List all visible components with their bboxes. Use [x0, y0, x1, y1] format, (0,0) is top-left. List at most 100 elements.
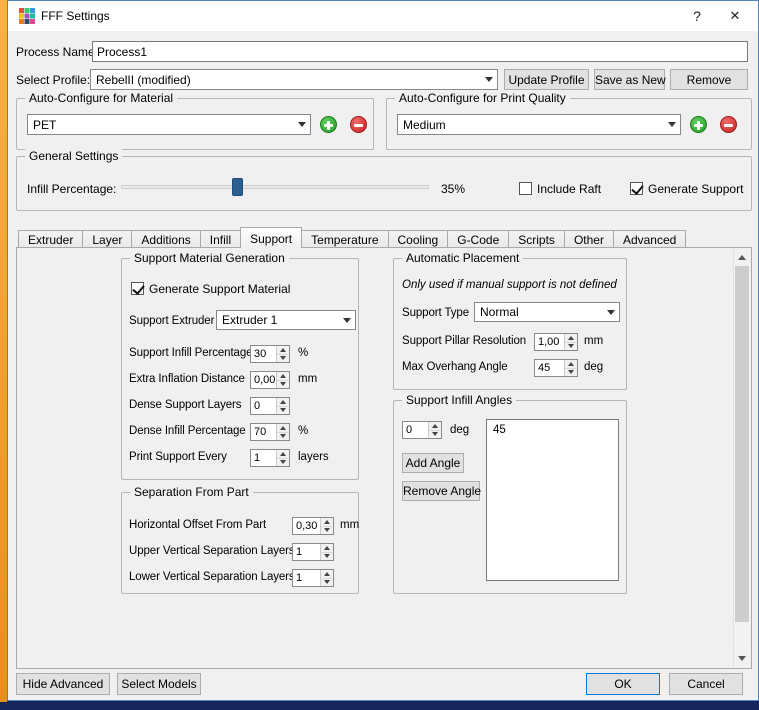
- tab-layer[interactable]: Layer: [82, 230, 132, 248]
- quality-select[interactable]: Medium: [397, 114, 681, 135]
- field-suffix: %: [298, 347, 308, 359]
- spinner-arrows-icon[interactable]: [428, 422, 441, 438]
- group-support-material-generation: Support Material Generation Generate Sup…: [121, 258, 359, 480]
- support-infill-percentage-spinbox[interactable]: 30: [250, 345, 290, 363]
- tab-gcode[interactable]: G-Code: [447, 230, 509, 248]
- scroll-down-icon[interactable]: [734, 650, 750, 667]
- infill-slider-handle[interactable]: [232, 178, 243, 196]
- tab-temperature[interactable]: Temperature: [301, 230, 388, 248]
- field-label: Dense Infill Percentage: [129, 425, 246, 437]
- max-overhang-angle-row: Max Overhang Angle 45 deg: [402, 359, 622, 377]
- support-type-select[interactable]: Normal: [474, 302, 620, 322]
- field-label: Horizontal Offset From Part: [129, 519, 266, 531]
- horizontal-offset-spinbox[interactable]: 0,30: [292, 517, 334, 535]
- tab-infill[interactable]: Infill: [200, 230, 241, 248]
- tab-cooling[interactable]: Cooling: [388, 230, 449, 248]
- remove-angle-button[interactable]: Remove Angle: [402, 481, 480, 501]
- settings-tab-widget: Extruder Layer Additions Infill Support …: [16, 227, 752, 669]
- print-support-every-row: Print Support Every 1 layers: [129, 449, 354, 467]
- field-suffix: layers: [298, 451, 329, 463]
- generate-support-material-checkbox[interactable]: Generate Support Material: [131, 281, 290, 296]
- tab-scripts[interactable]: Scripts: [508, 230, 565, 248]
- slider-track[interactable]: [121, 185, 429, 189]
- tab-advanced[interactable]: Advanced: [613, 230, 686, 248]
- angle-list[interactable]: 45: [486, 419, 619, 581]
- scrollbar-thumb[interactable]: [735, 266, 749, 622]
- dense-support-layers-spinbox[interactable]: 0: [250, 397, 290, 415]
- help-button[interactable]: ?: [682, 1, 712, 31]
- group-title: Separation From Part: [130, 485, 253, 499]
- ok-button[interactable]: OK: [586, 673, 660, 695]
- support-pillar-resolution-row: Support Pillar Resolution 1,00 mm: [402, 333, 622, 351]
- select-profile-label: Select Profile:: [16, 73, 90, 87]
- remove-material-button[interactable]: [350, 116, 367, 133]
- vertical-scrollbar[interactable]: [733, 249, 750, 667]
- support-pillar-resolution-spinbox[interactable]: 1,00: [534, 333, 578, 351]
- lower-vertical-separation-spinbox[interactable]: 1: [292, 569, 334, 587]
- include-raft-checkbox[interactable]: Include Raft: [519, 181, 601, 196]
- title-bar[interactable]: FFF Settings ? ✕: [8, 1, 758, 31]
- horizontal-offset-row: Horizontal Offset From Part 0,30 mm: [129, 517, 354, 535]
- infill-slider[interactable]: [121, 178, 429, 196]
- save-as-new-button[interactable]: Save as New: [594, 69, 665, 90]
- spinner-arrows-icon[interactable]: [276, 424, 289, 440]
- extra-inflation-distance-spinbox[interactable]: 0,00: [250, 371, 290, 389]
- spinner-arrows-icon[interactable]: [276, 450, 289, 466]
- group-general-settings: General Settings Infill Percentage: 35% …: [16, 156, 752, 211]
- lower-vertical-separation-row: Lower Vertical Separation Layers 1: [129, 569, 354, 587]
- dense-infill-percentage-row: Dense Infill Percentage 70 %: [129, 423, 354, 441]
- hide-advanced-button[interactable]: Hide Advanced: [16, 673, 110, 695]
- dense-support-layers-row: Dense Support Layers 0: [129, 397, 354, 415]
- spinner-arrows-icon[interactable]: [564, 334, 577, 350]
- window-title: FFF Settings: [41, 1, 110, 31]
- tab-other[interactable]: Other: [564, 230, 614, 248]
- material-select[interactable]: PET: [27, 114, 311, 135]
- spinner-arrows-icon[interactable]: [320, 570, 333, 586]
- add-angle-button[interactable]: Add Angle: [402, 453, 464, 473]
- checkbox-label: Include Raft: [537, 182, 601, 196]
- update-profile-button[interactable]: Update Profile: [504, 69, 589, 90]
- group-auto-configure-quality: Auto-Configure for Print Quality Medium: [386, 98, 752, 150]
- dense-infill-percentage-spinbox[interactable]: 70: [250, 423, 290, 441]
- tab-extruder[interactable]: Extruder: [18, 230, 83, 248]
- group-separation-from-part: Separation From Part Horizontal Offset F…: [121, 492, 359, 594]
- checkbox-box[interactable]: [519, 182, 532, 195]
- checkbox-box[interactable]: [630, 182, 643, 195]
- checkbox-box[interactable]: [131, 282, 144, 295]
- field-label: Upper Vertical Separation Layers: [129, 545, 295, 557]
- chevron-down-icon: [338, 311, 355, 329]
- infill-angle-spinbox[interactable]: 0: [402, 421, 442, 439]
- tab-support[interactable]: Support: [240, 227, 302, 248]
- add-quality-button[interactable]: [690, 116, 707, 133]
- spinner-arrows-icon[interactable]: [320, 518, 333, 534]
- spinner-arrows-icon[interactable]: [276, 346, 289, 362]
- spinner-arrows-icon[interactable]: [564, 360, 577, 376]
- add-material-button[interactable]: [320, 116, 337, 133]
- remove-quality-button[interactable]: [720, 116, 737, 133]
- support-tab-pane: Support Material Generation Generate Sup…: [16, 247, 752, 669]
- tab-additions[interactable]: Additions: [131, 230, 200, 248]
- close-button[interactable]: ✕: [720, 1, 750, 31]
- list-item[interactable]: 45: [487, 420, 618, 440]
- spinner-arrows-icon[interactable]: [276, 398, 289, 414]
- group-title: Support Material Generation: [130, 251, 289, 265]
- spinner-arrows-icon[interactable]: [276, 372, 289, 388]
- generate-support-checkbox[interactable]: Generate Support: [630, 181, 743, 196]
- extra-inflation-distance-row: Extra Inflation Distance 0,00 mm: [129, 371, 354, 389]
- remove-profile-button[interactable]: Remove: [670, 69, 748, 90]
- field-suffix: %: [298, 425, 308, 437]
- upper-vertical-separation-spinbox[interactable]: 1: [292, 543, 334, 561]
- scroll-up-icon[interactable]: [734, 249, 750, 266]
- field-suffix: mm: [584, 335, 603, 347]
- group-title: Auto-Configure for Material: [25, 91, 177, 105]
- support-extruder-select[interactable]: Extruder 1: [216, 310, 356, 330]
- profile-select[interactable]: RebelII (modified): [90, 69, 498, 90]
- spinner-arrows-icon[interactable]: [320, 544, 333, 560]
- field-label: Lower Vertical Separation Layers: [129, 571, 295, 583]
- max-overhang-angle-spinbox[interactable]: 45: [534, 359, 578, 377]
- field-label: Support Type: [402, 307, 469, 319]
- cancel-button[interactable]: Cancel: [669, 673, 743, 695]
- print-support-every-spinbox[interactable]: 1: [250, 449, 290, 467]
- process-name-input[interactable]: [92, 41, 748, 62]
- select-models-button[interactable]: Select Models: [117, 673, 201, 695]
